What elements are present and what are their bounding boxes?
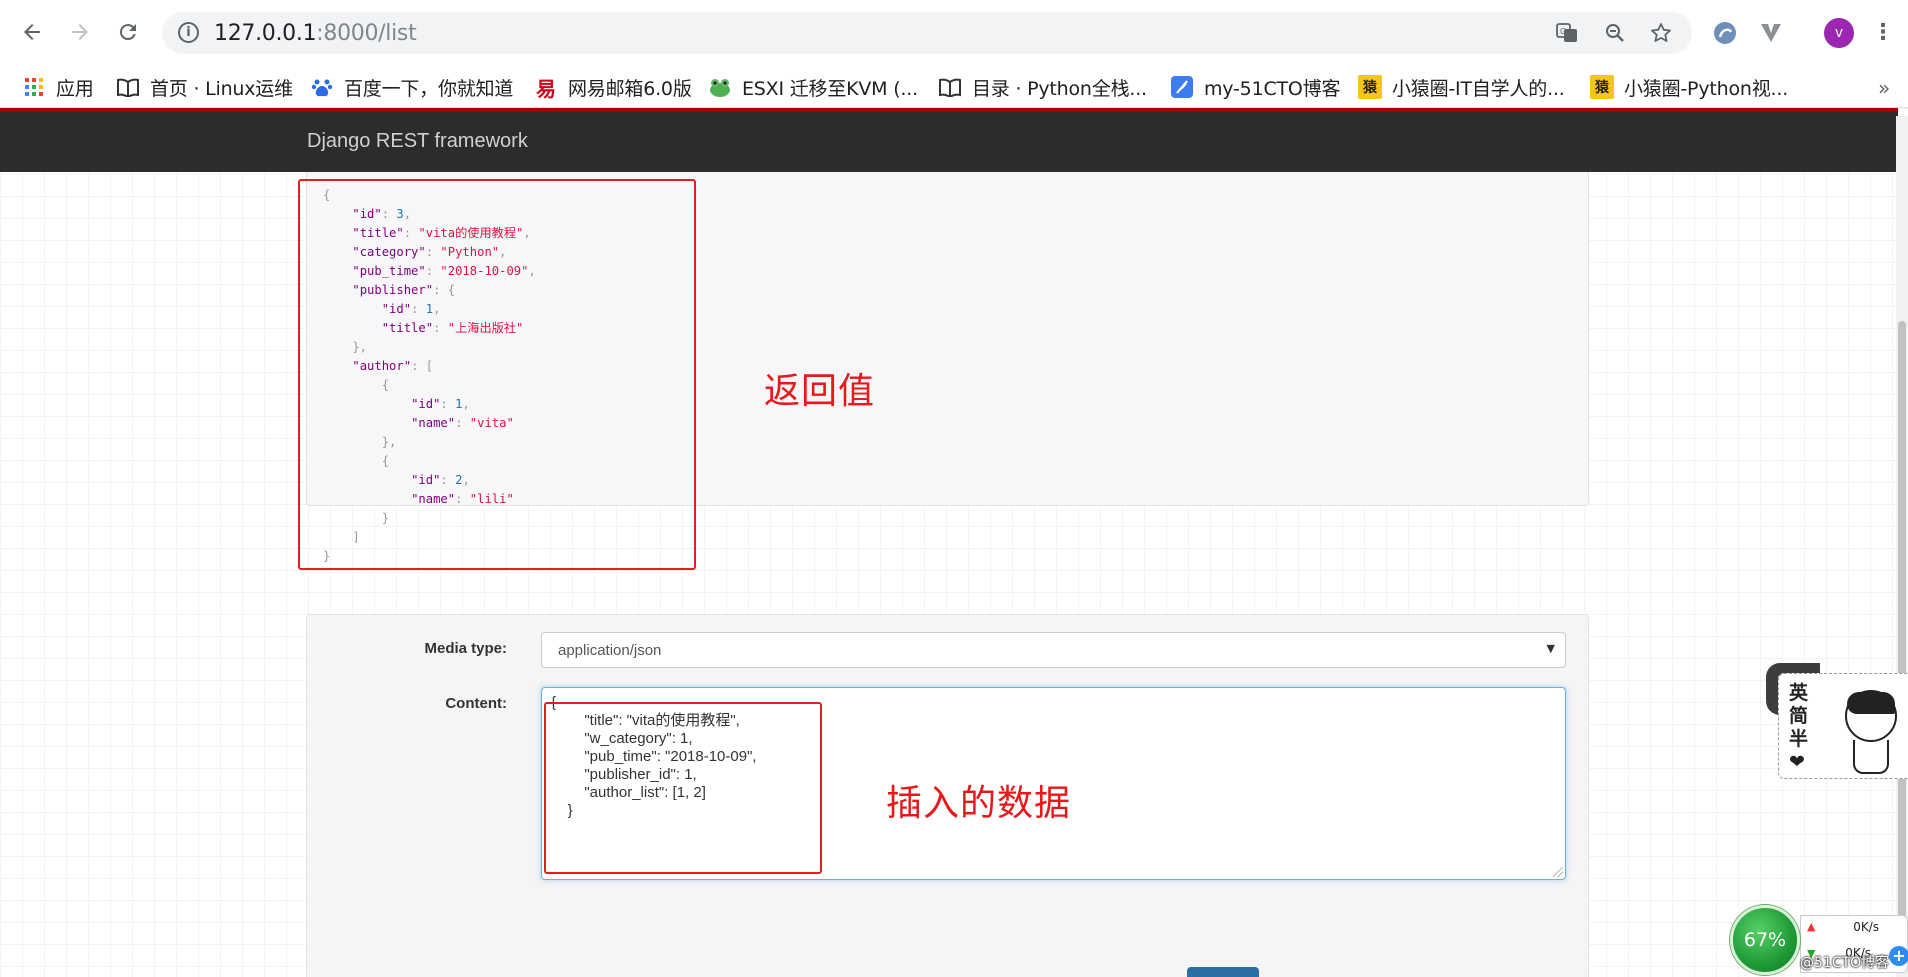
resize-handle-icon[interactable] [1553,867,1563,877]
bookmark-label: ESXI 迁移至KVM (... [742,77,918,100]
ime-floating-widget[interactable]: 英简半❤ [1766,663,1908,779]
scrollbar-thumb[interactable] [1898,321,1906,961]
bookmark-linux[interactable]: 首页 · Linux运维 [116,72,293,102]
media-type-label: Media type: [424,640,507,657]
page-viewport: Django REST framework { "id": 3, "title"… [0,108,1908,977]
url-text: 127.0.0.1:8000/list [214,21,417,46]
page-scrollbar[interactable] [1896,116,1908,977]
bookmark-star-icon[interactable] [1648,20,1674,46]
frog-icon [708,75,732,99]
forward-arrow-icon [72,24,88,40]
yuan-icon: 猿 [1590,75,1614,99]
svg-text:G: G [1560,27,1566,36]
media-type-value: application/json [558,642,662,659]
content-highlight-box [544,702,822,874]
plus-icon[interactable]: + [1889,946,1908,966]
bookmark-python-index[interactable]: 目录 · Python全栈... [938,72,1147,102]
back-arrow-icon [24,24,40,40]
content-label: Content: [445,695,507,712]
cpu-gauge[interactable]: 67% [1730,905,1800,975]
bookmark-label: 首页 · Linux运维 [150,77,293,100]
netease-icon: 易 [536,76,556,101]
drf-navbar: Django REST framework [0,108,1898,172]
extension-swirl-icon[interactable] [1710,18,1740,48]
profile-avatar[interactable]: v [1824,18,1854,48]
bookmark-label: 应用 [56,77,94,100]
chevron-down-icon: ▼ [1546,642,1555,655]
bookmark-label: 目录 · Python全栈... [972,77,1147,100]
ime-card[interactable]: 英简半❤ [1778,673,1908,779]
feather-icon [1170,75,1194,99]
bookmark-esxi[interactable]: ESXI 迁移至KVM (... [708,72,918,102]
ime-status-text: 英简半❤ [1789,682,1809,773]
bookmark-label: 百度一下，你就知道 [344,77,514,100]
bookmarks-bar: 应用 首页 · Linux运维 百度一下，你就知道 易 网易邮箱6.0版 ESX… [0,66,1908,108]
bookmark-label: 小猿圈-Python视... [1624,77,1789,100]
post-button[interactable] [1187,967,1259,977]
yuan-icon: 猿 [1358,75,1382,99]
cartoon-body-icon [1853,740,1889,774]
response-highlight-box [298,179,696,570]
bookmark-netease[interactable]: 易 网易邮箱6.0版 [534,72,692,102]
extension-v-icon[interactable] [1756,18,1786,48]
watermark-text: @51CTO博客 [1800,955,1890,971]
media-type-select[interactable]: application/json ▼ [541,632,1566,668]
cpu-percent: 67% [1743,929,1787,951]
address-bar[interactable]: i 127.0.0.1:8000/list G [162,12,1692,54]
book-icon [116,75,140,99]
bookmark-label: 小猿圈-IT自学人的... [1392,77,1565,100]
cartoon-face-icon [1845,690,1897,742]
upload-speed: 0K/s [1853,920,1879,934]
url-host: 127.0.0.1 [214,21,317,46]
back-button[interactable] [14,14,50,50]
drf-brand-link[interactable]: Django REST framework [307,130,528,153]
bookmark-label: my-51CTO博客 [1204,77,1341,100]
forward-button[interactable] [62,14,98,50]
reload-icon [119,24,136,41]
reload-button[interactable] [110,14,146,50]
screen: i 127.0.0.1:8000/list G v ⋮ 应用 首页 · Linu… [0,0,1908,977]
return-value-annotation: 返回值 [764,371,876,412]
bookmark-51cto[interactable]: my-51CTO博客 [1170,72,1340,102]
apps-grid-icon [22,75,46,99]
bookmark-apps[interactable]: 应用 [22,72,94,102]
zoom-icon[interactable] [1602,20,1628,46]
bookmark-baidu[interactable]: 百度一下，你就知道 [310,72,513,102]
bookmark-xiaoyuan-python[interactable]: 猿 小猿圈-Python视... [1590,72,1788,102]
translate-icon[interactable]: G [1554,20,1580,46]
book-icon [938,75,962,99]
browser-toolbar: i 127.0.0.1:8000/list G v ⋮ [0,0,1908,66]
baidu-paw-icon [310,75,334,99]
bookmarks-overflow-icon[interactable]: » [1878,76,1890,100]
url-path: :8000/list [316,21,417,46]
browser-menu-icon[interactable]: ⋮ [1872,16,1894,50]
inserted-data-annotation: 插入的数据 [886,783,1072,824]
bookmark-xiaoyuan-it[interactable]: 猿 小猿圈-IT自学人的... [1358,72,1565,102]
site-info-icon[interactable]: i [178,22,199,43]
bookmark-label: 网易邮箱6.0版 [568,77,692,100]
